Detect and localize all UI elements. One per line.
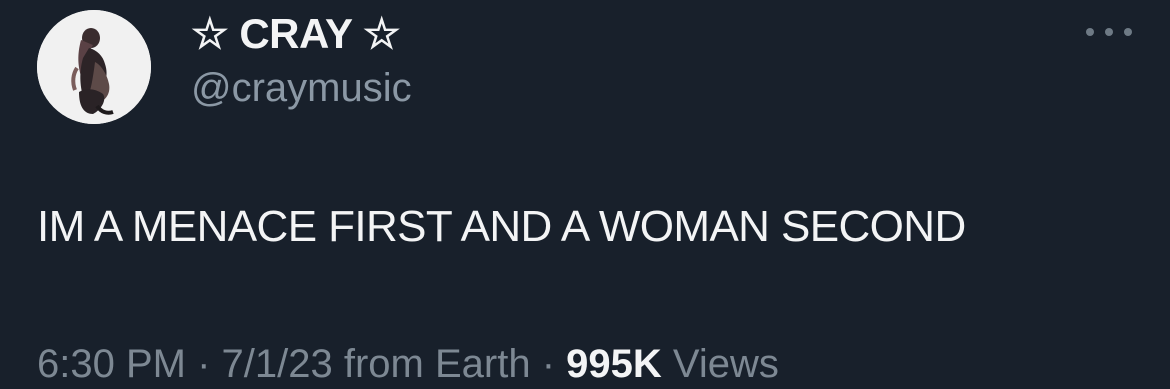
display-name[interactable]: ☆ CRAY ☆ xyxy=(191,9,401,58)
handle[interactable]: @craymusic xyxy=(191,66,412,111)
profile-photo-icon xyxy=(37,10,151,124)
dot-icon xyxy=(1086,28,1094,36)
source: from Earth xyxy=(343,342,531,386)
date[interactable]: 7/1/23 xyxy=(222,342,333,386)
tweet-card: ☆ CRAY ☆ @craymusic IM A MENACE FIRST AN… xyxy=(0,0,1170,389)
separator: · xyxy=(185,342,222,386)
dot-icon xyxy=(1124,28,1132,36)
views-count[interactable]: 995K xyxy=(566,342,662,386)
avatar[interactable] xyxy=(37,10,151,124)
tweet-meta: 6:30 PM · 7/1/23 from Earth · 995K Views xyxy=(37,342,779,387)
timestamp[interactable]: 6:30 PM xyxy=(37,342,186,386)
tweet-text: IM A MENACE FIRST AND A WOMAN SECOND xyxy=(37,202,966,251)
dot-icon xyxy=(1105,28,1113,36)
views-label: Views xyxy=(672,342,779,386)
more-options-icon[interactable] xyxy=(1086,20,1132,44)
separator: · xyxy=(530,342,567,386)
